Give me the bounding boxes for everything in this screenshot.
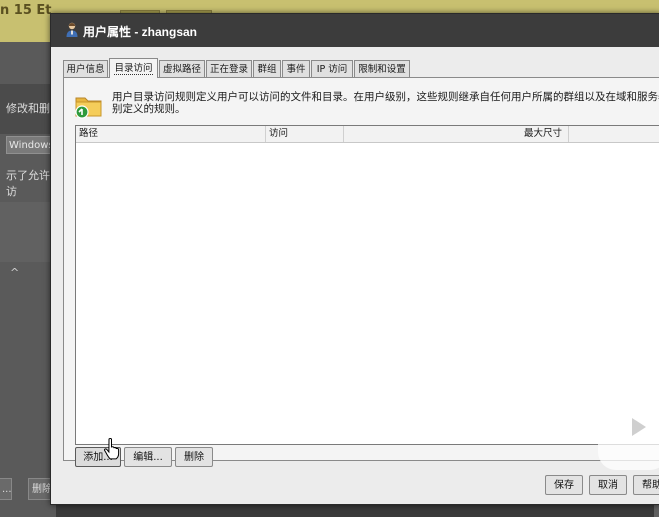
background-left-panel: 修改和删 Windows 示了允许访 ^ ... 删除 (0, 42, 56, 517)
background-title: n 15 Et (0, 3, 52, 18)
user-properties-dialog: 用户属性 - zhangsan 用户信息 目录访问 虚拟路径 正在登录 群组 事… (50, 13, 659, 505)
video-watermark-icon (598, 378, 659, 470)
column-header-max-size[interactable]: 最大尺寸 (344, 126, 569, 142)
tab-directory-access[interactable]: 目录访问 (109, 58, 158, 78)
help-button[interactable]: 帮助 (633, 475, 659, 495)
tab-virtual-path[interactable]: 虚拟路径 (159, 60, 205, 77)
tab-groups[interactable]: 群组 (253, 60, 281, 77)
background-text: 修改和删 (6, 102, 50, 115)
table-header: 路径 访问 最大尺寸 (76, 126, 659, 143)
save-button[interactable]: 保存 (545, 475, 583, 495)
user-icon (66, 22, 78, 37)
background-footer-button: ... (0, 478, 12, 500)
tab-events[interactable]: 事件 (282, 60, 310, 77)
dialog-title: 用户属性 - zhangsan (83, 25, 198, 39)
column-header-path[interactable]: 路径 (76, 126, 266, 142)
hand-cursor-icon (104, 438, 120, 460)
tab-logged-in[interactable]: 正在登录 (206, 60, 252, 77)
folder-add-icon (75, 97, 102, 119)
background-chip: Windows (6, 136, 54, 154)
background-text: 示了允许访 (6, 169, 50, 198)
tab-ip-access[interactable]: IP 访问 (311, 60, 353, 77)
description-text: 用户目录访问规则定义用户可以访问的文件和目录。在用户级别，这些规则继承自任何用户… (112, 91, 659, 115)
background-caret: ^ (10, 266, 20, 279)
tab-limits-settings[interactable]: 限制和设置 (354, 60, 410, 77)
edit-button[interactable]: 编辑... (124, 447, 172, 467)
directory-access-panel: 用户目录访问规则定义用户可以访问的文件和目录。在用户级别，这些规则继承自任何用户… (63, 77, 659, 467)
access-rules-table[interactable]: 路径 访问 最大尺寸 (75, 125, 659, 445)
delete-button[interactable]: 删除 (175, 447, 213, 467)
cancel-button[interactable]: 取消 (589, 475, 627, 495)
tab-user-info[interactable]: 用户信息 (63, 60, 108, 77)
dialog-titlebar[interactable]: 用户属性 - zhangsan (51, 14, 659, 47)
column-header-access[interactable]: 访问 (266, 126, 344, 142)
